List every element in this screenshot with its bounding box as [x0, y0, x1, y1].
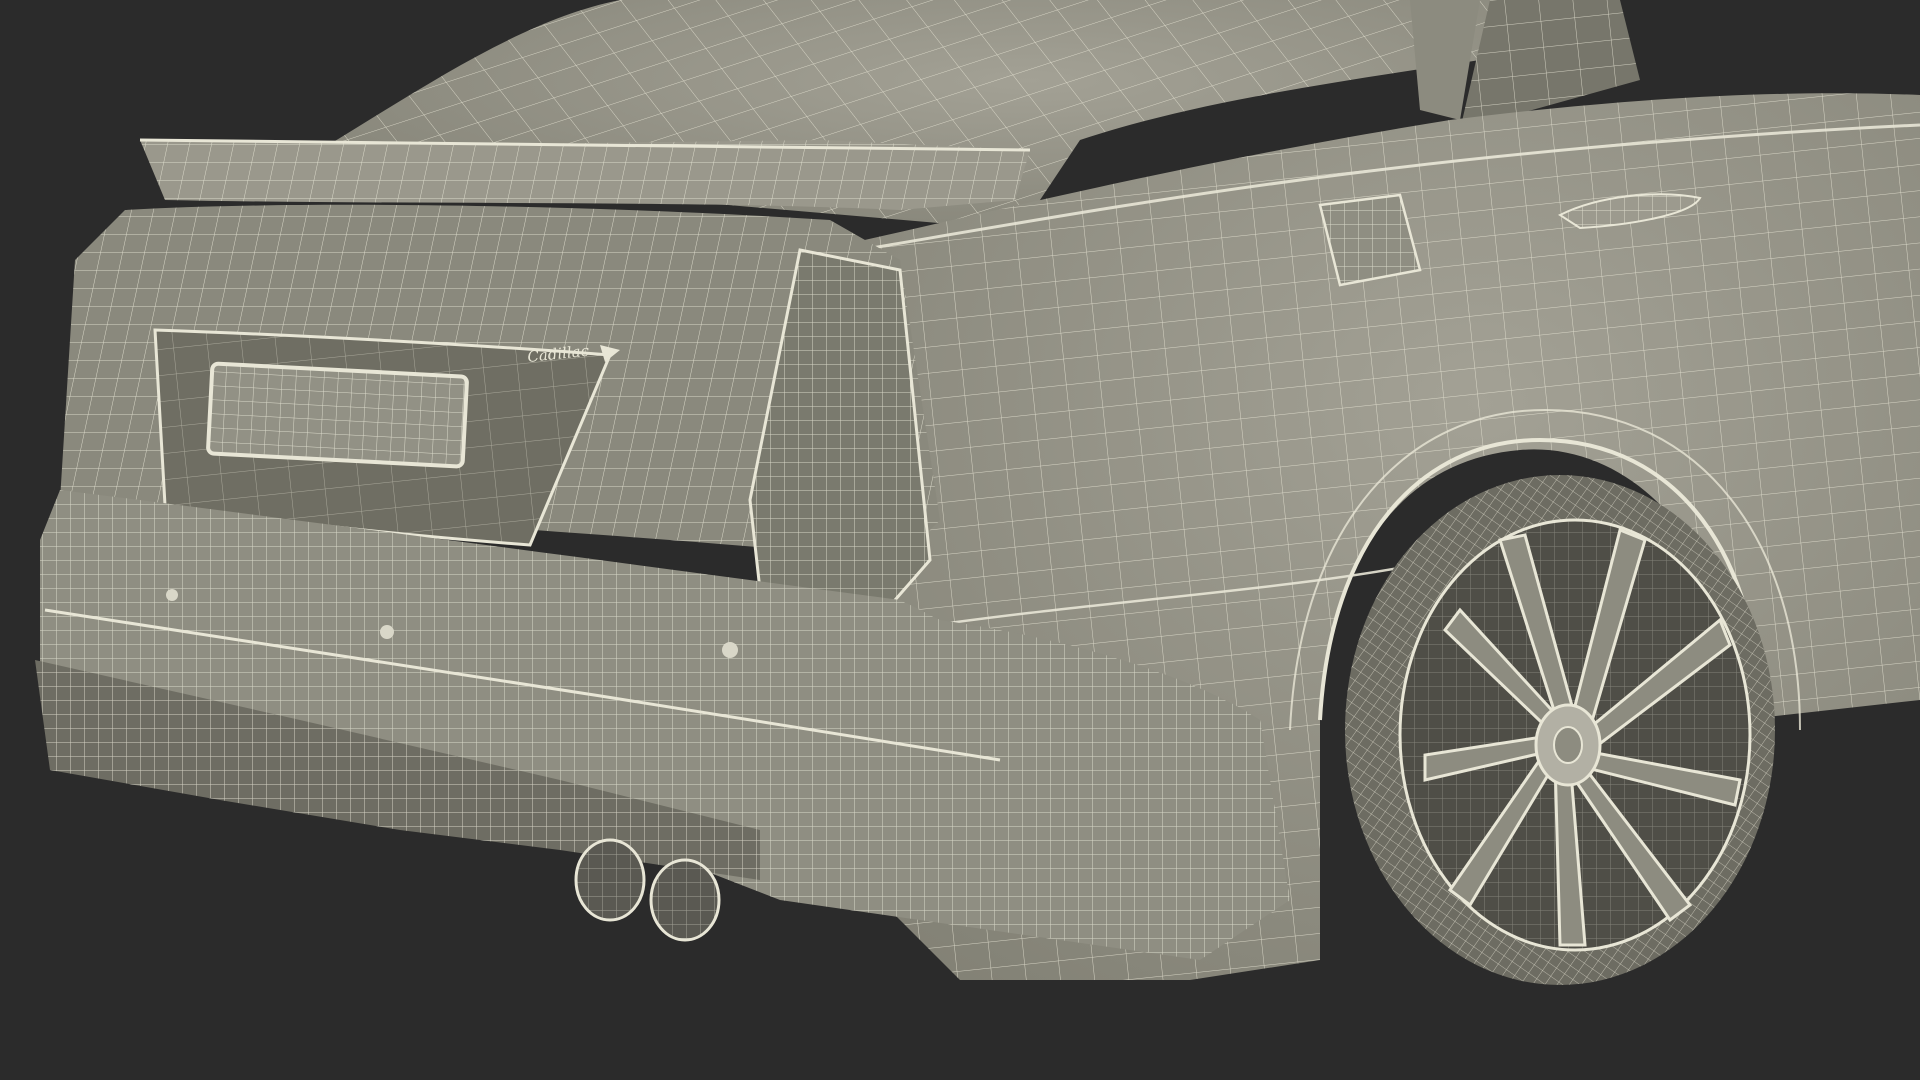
render-viewport: Cadillac	[0, 0, 1920, 1080]
trunk-spoiler	[139, 138, 1031, 210]
rear-wheel	[1345, 475, 1775, 985]
car-wireframe-render: Cadillac	[0, 0, 1920, 1080]
license-plate	[206, 361, 469, 469]
parking-sensor	[722, 642, 738, 658]
parking-sensor	[380, 625, 394, 639]
parking-sensor	[166, 589, 178, 601]
